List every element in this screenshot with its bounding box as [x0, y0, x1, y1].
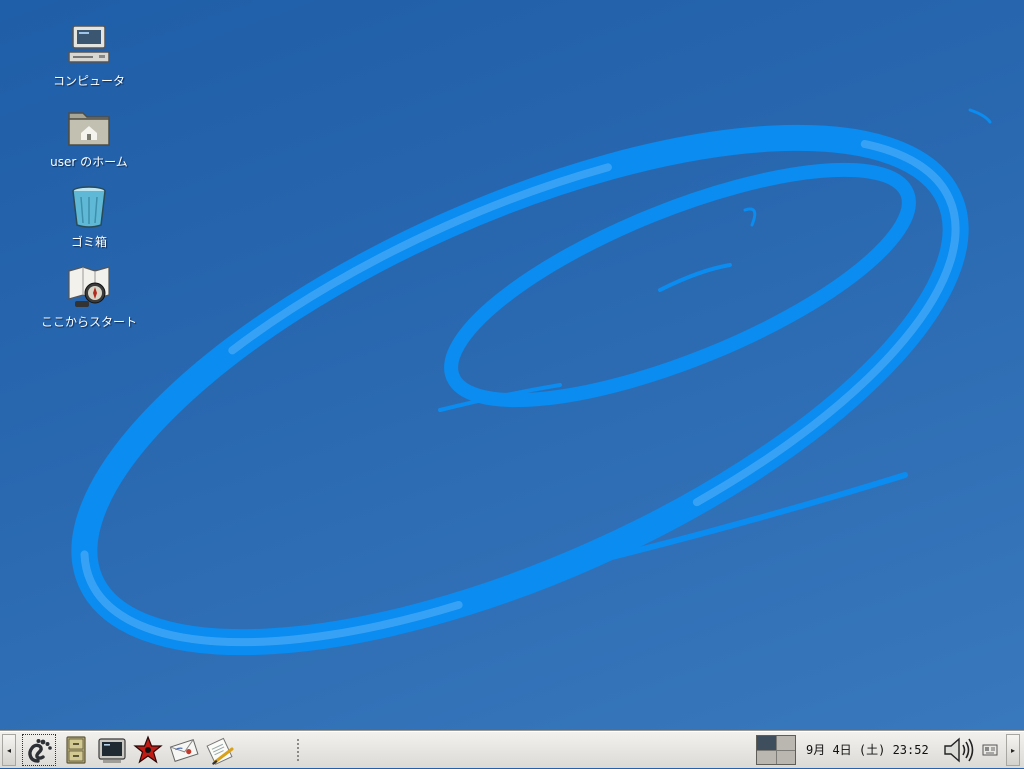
- desktop-icon-label: ここからスタート: [40, 315, 137, 329]
- bottom-panel: ◂ 9月 4日 (土) 23:52 ▸: [0, 731, 1024, 768]
- text-editor-icon: [206, 737, 234, 765]
- home-folder-icon: [68, 112, 110, 146]
- trash-icon: [72, 186, 106, 228]
- workspace-switcher[interactable]: [756, 735, 796, 765]
- workspace-3[interactable]: [757, 750, 776, 764]
- star-launcher[interactable]: [131, 734, 165, 766]
- desktop-icon-trash[interactable]: ゴミ箱: [29, 183, 149, 250]
- panel-drag-handle[interactable]: [296, 738, 300, 762]
- gnome-foot-menu-icon: [28, 739, 52, 763]
- desktop-icon-label: コンピュータ: [52, 74, 125, 88]
- red-star-icon: [133, 735, 163, 764]
- file-manager-launcher[interactable]: [59, 734, 93, 766]
- panel-hide-left-button[interactable]: ◂: [2, 734, 16, 766]
- panel-hide-right-button[interactable]: ▸: [1006, 734, 1020, 766]
- debian-swirl-wallpaper: [71, 108, 992, 656]
- terminal-icon: [98, 738, 126, 763]
- terminal-launcher[interactable]: [95, 734, 129, 766]
- keyboard-indicator-icon[interactable]: [982, 742, 998, 758]
- desktop-icon-computer[interactable]: コンピュータ: [29, 22, 149, 89]
- workspace-2[interactable]: [776, 736, 795, 750]
- desktop-icon-label: ゴミ箱: [70, 235, 107, 249]
- computer-icon: [68, 25, 110, 63]
- workspace-1[interactable]: [757, 736, 776, 750]
- desktop-icon-home[interactable]: user のホーム: [29, 103, 149, 170]
- workspace-4[interactable]: [776, 750, 795, 764]
- mail-launcher[interactable]: [167, 734, 201, 766]
- text-editor-launcher[interactable]: [203, 734, 237, 766]
- main-menu-button[interactable]: [22, 734, 56, 766]
- mail-icon: [169, 739, 199, 762]
- panel-clock[interactable]: 9月 4日 (土) 23:52: [806, 732, 929, 769]
- volume-icon[interactable]: [942, 735, 976, 765]
- desktop-icon-start-here[interactable]: ここからスタート: [29, 263, 149, 330]
- desktop-icon-label: user のホーム: [50, 155, 128, 169]
- desktop[interactable]: コンピュータ user のホーム ゴミ箱 ここからスタート: [0, 0, 1024, 731]
- start-here-icon: [68, 266, 110, 307]
- file-cabinet-icon: [66, 736, 86, 764]
